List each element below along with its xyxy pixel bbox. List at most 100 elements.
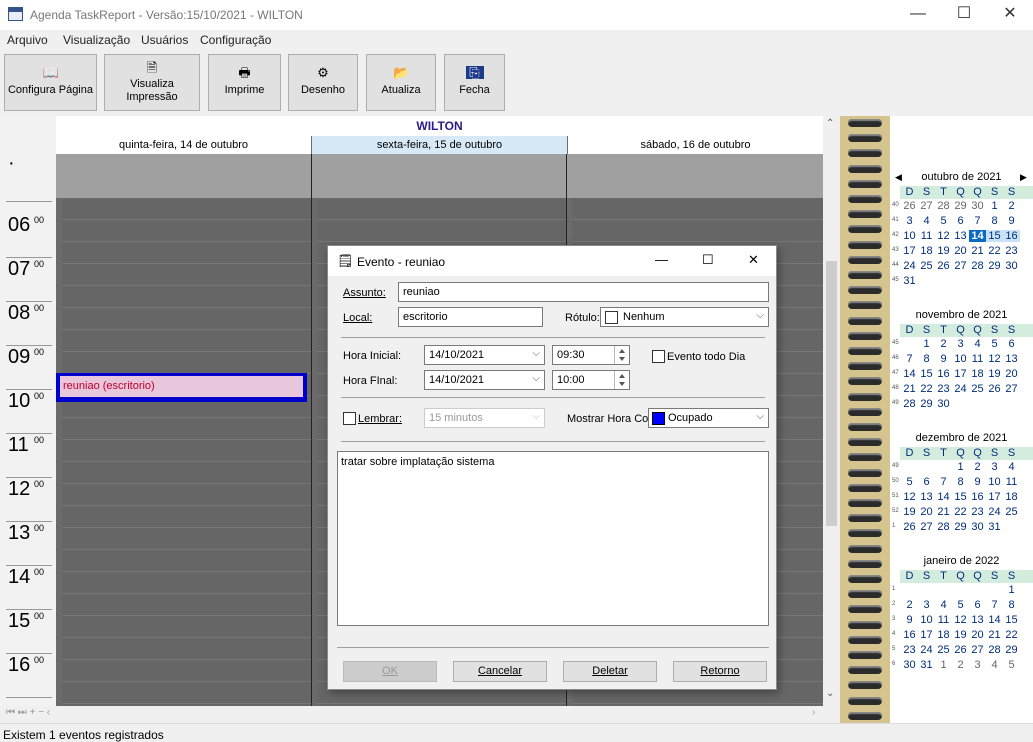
dialog-close-button[interactable]: ✕ [748, 252, 759, 268]
time-slot[interactable] [62, 594, 311, 616]
horizontal-scrollbar[interactable]: ⏮ ⏭ + − ‹ › [0, 706, 840, 723]
day-cell[interactable]: 1 [952, 461, 969, 473]
time-slot[interactable] [62, 484, 311, 506]
day-cell[interactable]: 30 [969, 521, 986, 533]
day-cell[interactable]: 4 [986, 659, 1003, 671]
day-cell[interactable]: 9 [969, 476, 986, 488]
day-header-2[interactable]: sexta-feira, 15 de outubro [312, 136, 567, 154]
day-cell[interactable]: 30 [935, 398, 952, 410]
day-cell[interactable]: 12 [935, 230, 952, 242]
day-cell[interactable]: 9 [935, 353, 952, 365]
day-cell[interactable]: 19 [935, 245, 952, 257]
all-day-area[interactable] [56, 154, 823, 198]
day-cell[interactable]: 26 [901, 200, 918, 212]
day-cell[interactable]: 17 [901, 245, 918, 257]
day-cell[interactable]: 13 [1003, 353, 1020, 365]
day-cell[interactable]: 25 [969, 383, 986, 395]
rotulo-select[interactable]: Nenhum ⌵ [600, 307, 769, 327]
day-cell[interactable]: 29 [952, 200, 969, 212]
time-slot[interactable] [62, 528, 311, 550]
time-slot[interactable] [62, 616, 311, 638]
lembrar-select[interactable]: 15 minutos ⌵ [424, 408, 545, 428]
todo-dia-checkbox[interactable] [652, 350, 665, 363]
day-cell[interactable]: 20 [918, 506, 935, 518]
time-slot[interactable] [62, 572, 311, 594]
day-cell[interactable]: 12 [986, 353, 1003, 365]
day-cell[interactable]: 27 [969, 644, 986, 656]
day-cell[interactable]: 24 [918, 644, 935, 656]
day-cell[interactable]: 8 [1003, 599, 1020, 611]
hora-final-input[interactable]: 10:00 [552, 370, 630, 390]
time-slot[interactable] [317, 198, 566, 220]
day-cell[interactable]: 23 [901, 644, 918, 656]
day-cell[interactable]: 9 [1003, 215, 1020, 227]
time-slot[interactable] [62, 264, 311, 286]
fecha-button[interactable]: ⎘ Fecha [444, 54, 505, 111]
time-slot[interactable] [62, 638, 311, 660]
day-cell[interactable]: 11 [969, 353, 986, 365]
day-cell[interactable]: 23 [935, 383, 952, 395]
day-cell[interactable]: 16 [901, 629, 918, 641]
day-cell[interactable]: 21 [969, 245, 986, 257]
day-column-1[interactable] [62, 198, 311, 706]
day-cell[interactable]: 26 [986, 383, 1003, 395]
assunto-input[interactable]: reuniao [398, 282, 769, 302]
day-cell[interactable]: 12 [901, 491, 918, 503]
time-slot[interactable] [62, 198, 311, 220]
day-header-3[interactable]: sábado, 16 de outubro [568, 136, 823, 154]
day-cell[interactable]: 11 [918, 230, 935, 242]
day-cell[interactable]: 2 [901, 599, 918, 611]
dialog-maximize-button[interactable]: ☐ [702, 252, 714, 268]
time-slot[interactable] [62, 462, 311, 484]
event-block[interactable]: reuniao (escritorio) [56, 373, 307, 402]
day-cell[interactable]: 15 [918, 368, 935, 380]
day-cell[interactable]: 30 [1003, 260, 1020, 272]
day-cell[interactable]: 3 [918, 599, 935, 611]
time-spinner[interactable] [614, 371, 629, 389]
day-cell[interactable]: 5 [935, 215, 952, 227]
day-cell[interactable]: 6 [969, 599, 986, 611]
day-cell[interactable]: 25 [918, 260, 935, 272]
day-cell[interactable]: 22 [918, 383, 935, 395]
day-cell[interactable]: 16 [969, 491, 986, 503]
day-cell[interactable]: 29 [952, 521, 969, 533]
day-cell[interactable]: 10 [952, 353, 969, 365]
local-input[interactable]: escritorio [398, 307, 543, 327]
day-cell[interactable]: 3 [901, 215, 918, 227]
day-cell[interactable]: 17 [952, 368, 969, 380]
ok-button[interactable]: OK [343, 661, 437, 682]
desenho-button[interactable]: ⚙ Desenho [288, 54, 358, 111]
maximize-button[interactable]: ☐ [941, 0, 987, 30]
day-cell[interactable]: 22 [1003, 629, 1020, 641]
scroll-thumb[interactable] [826, 261, 837, 526]
day-cell[interactable]: 6 [918, 476, 935, 488]
day-cell[interactable]: 7 [969, 215, 986, 227]
day-cell[interactable]: 6 [952, 215, 969, 227]
menu-visualizacao[interactable]: Visualização [63, 33, 130, 47]
next-month-icon[interactable]: ▶ [1020, 172, 1027, 183]
day-cell[interactable]: 23 [969, 506, 986, 518]
day-cell[interactable]: 1 [935, 659, 952, 671]
day-cell[interactable]: 21 [935, 506, 952, 518]
day-cell[interactable]: 5 [986, 338, 1003, 350]
day-cell[interactable]: 4 [935, 599, 952, 611]
day-cell[interactable]: 8 [918, 353, 935, 365]
time-slot[interactable] [317, 220, 566, 242]
day-cell[interactable]: 27 [1003, 383, 1020, 395]
day-cell[interactable]: 18 [935, 629, 952, 641]
day-cell[interactable]: 21 [986, 629, 1003, 641]
cancelar-button[interactable]: Cancelar [453, 661, 547, 682]
hora-inicial-input[interactable]: 09:30 [552, 345, 630, 365]
time-slot[interactable] [62, 682, 311, 704]
time-slot[interactable] [572, 220, 823, 242]
time-slot[interactable] [62, 550, 311, 572]
day-cell[interactable]: 26 [952, 644, 969, 656]
day-cell[interactable]: 27 [952, 260, 969, 272]
day-cell[interactable]: 2 [952, 659, 969, 671]
day-cell[interactable]: 17 [918, 629, 935, 641]
day-cell[interactable]: 18 [969, 368, 986, 380]
day-cell[interactable]: 2 [969, 461, 986, 473]
time-slot[interactable] [62, 506, 311, 528]
day-cell[interactable]: 3 [952, 338, 969, 350]
day-cell[interactable]: 15 [1003, 614, 1020, 626]
